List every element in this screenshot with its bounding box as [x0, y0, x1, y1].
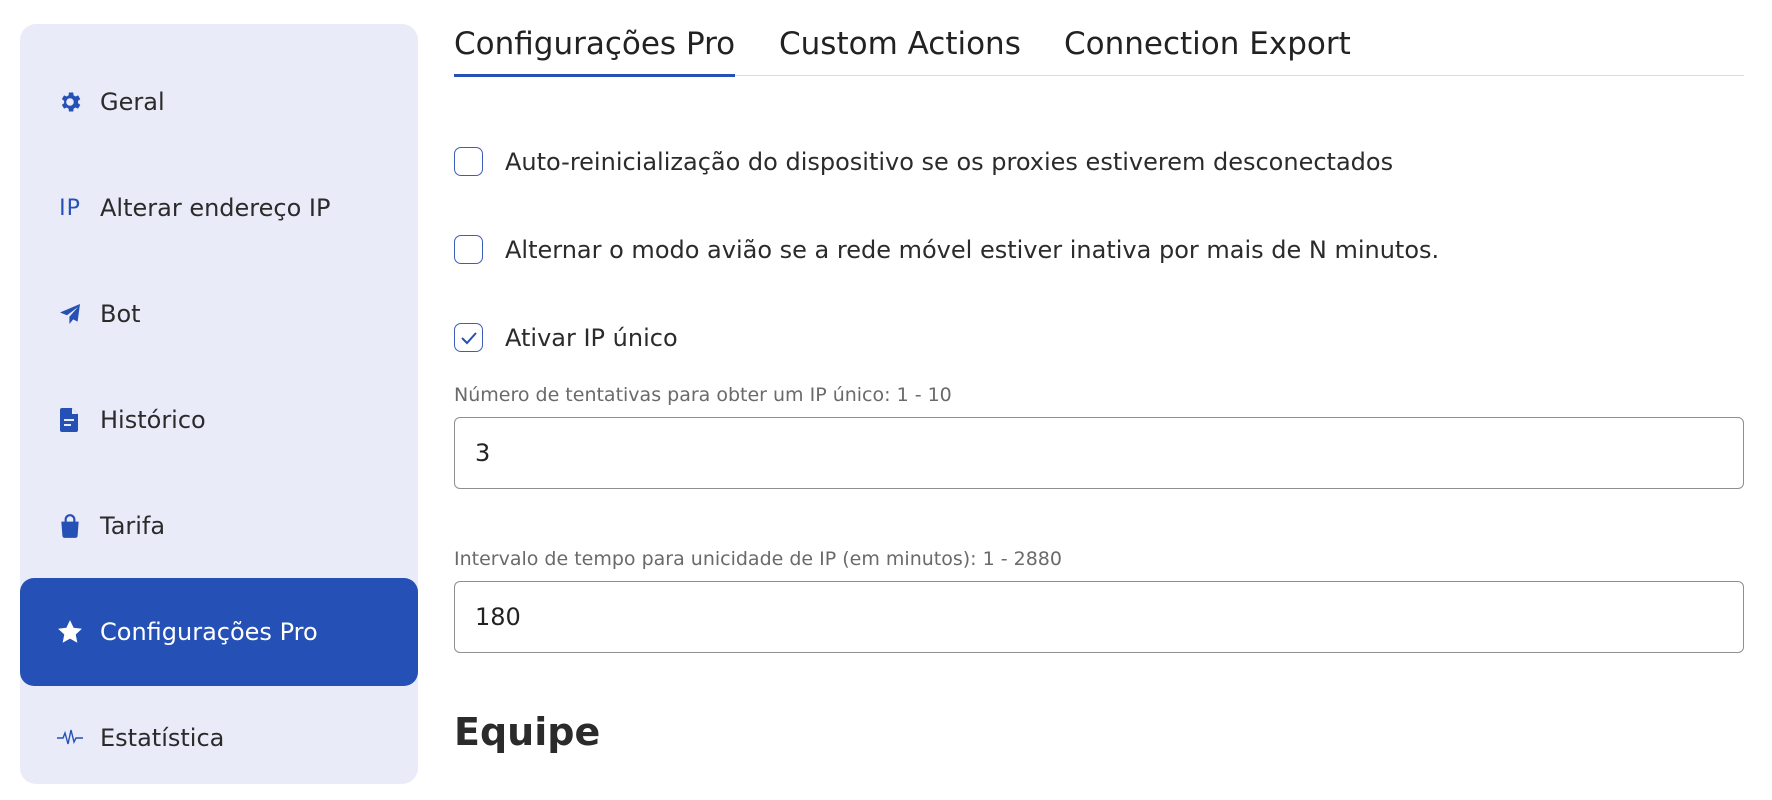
sidebar-item-label: Configurações Pro	[100, 618, 318, 646]
option-label: Auto-reinicialização do dispositivo se o…	[505, 147, 1394, 176]
sidebar-item-bot[interactable]: Bot	[20, 260, 418, 368]
sidebar-item-alterar-ip[interactable]: IP Alterar endereço IP	[20, 154, 418, 262]
sidebar-item-configuracoes-pro[interactable]: Configurações Pro	[20, 578, 418, 686]
airplane-mode-checkbox[interactable]	[454, 235, 483, 264]
section-title-equipe: Equipe	[454, 710, 601, 754]
sidebar-item-geral[interactable]: Geral	[20, 48, 418, 156]
check-icon	[460, 331, 477, 344]
option-auto-reboot[interactable]: Auto-reinicialização do dispositivo se o…	[454, 147, 1393, 176]
tab-custom-actions[interactable]: Custom Actions	[779, 26, 1021, 76]
interval-input[interactable]	[454, 581, 1744, 653]
interval-label: Intervalo de tempo para unicidade de IP …	[454, 548, 1062, 570]
shopping-bag-icon	[54, 510, 86, 542]
tab-bar: Configurações Pro Custom Actions Connect…	[454, 20, 1744, 77]
sidebar-item-estatistica[interactable]: Estatística	[20, 684, 418, 792]
sidebar-item-historico[interactable]: Histórico	[20, 366, 418, 474]
gear-icon	[54, 86, 86, 118]
tab-configuracoes-pro[interactable]: Configurações Pro	[454, 26, 736, 77]
option-unique-ip[interactable]: Ativar IP único	[454, 323, 678, 352]
paper-plane-icon	[54, 298, 86, 330]
sidebar-item-tarifa[interactable]: Tarifa	[20, 472, 418, 580]
pulse-icon	[54, 722, 86, 754]
tab-connection-export[interactable]: Connection Export	[1064, 26, 1351, 76]
attempts-input[interactable]	[454, 417, 1744, 489]
option-airplane-mode[interactable]: Alternar o modo avião se a rede móvel es…	[454, 235, 1439, 264]
option-label: Alternar o modo avião se a rede móvel es…	[505, 235, 1440, 264]
option-label: Ativar IP único	[505, 323, 678, 352]
star-icon	[54, 616, 86, 648]
sidebar-item-label: Estatística	[100, 724, 225, 752]
sidebar-item-label: Alterar endereço IP	[100, 194, 331, 222]
sidebar-item-label: Histórico	[100, 406, 206, 434]
ip-icon: IP	[59, 195, 81, 221]
sidebar-item-label: Geral	[100, 88, 165, 116]
document-icon	[54, 404, 86, 436]
attempts-label: Número de tentativas para obter um IP ún…	[454, 384, 952, 406]
unique-ip-checkbox[interactable]	[454, 323, 483, 352]
sidebar-item-label: Bot	[100, 300, 141, 328]
sidebar-item-label: Tarifa	[100, 512, 166, 540]
sidebar: Geral IP Alterar endereço IP Bot Históri…	[20, 24, 418, 784]
auto-reboot-checkbox[interactable]	[454, 147, 483, 176]
